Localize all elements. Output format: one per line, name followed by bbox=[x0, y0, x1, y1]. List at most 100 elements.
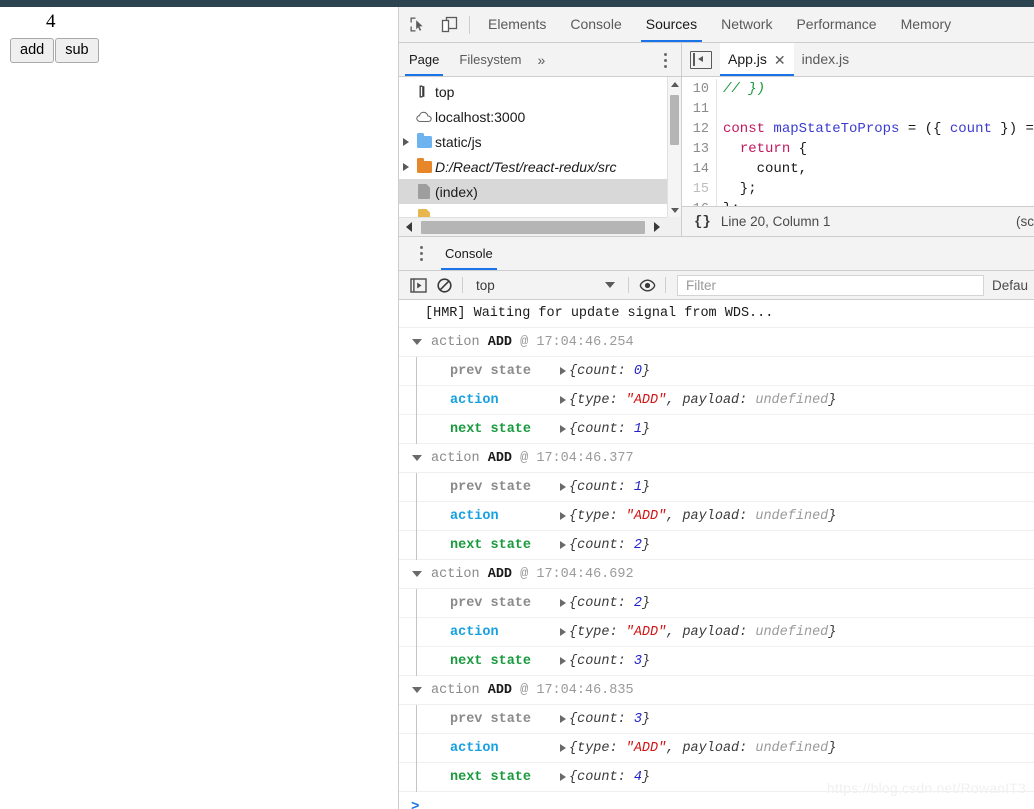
file-tab-label: index.js bbox=[801, 51, 850, 67]
scrollbar-thumb[interactable] bbox=[421, 220, 645, 234]
console-row-next-state[interactable]: next state {count: 2} bbox=[399, 530, 1034, 560]
action-value: {type: "ADD", payload: undefined} bbox=[569, 740, 837, 756]
console-sidebar-icon[interactable] bbox=[405, 273, 431, 297]
execution-context-selector[interactable]: top bbox=[468, 274, 623, 296]
expand-object-icon[interactable] bbox=[560, 512, 566, 520]
scroll-left-icon[interactable] bbox=[399, 222, 419, 232]
console-group-header[interactable]: action ADD @ 17:04:46.692 bbox=[399, 560, 1034, 589]
log-level-selector[interactable]: Defau bbox=[992, 278, 1034, 293]
expand-object-icon[interactable] bbox=[560, 483, 566, 491]
at-symbol: @ bbox=[520, 566, 529, 582]
hmr-message-text: [HMR] Waiting for update signal from WDS… bbox=[425, 306, 774, 321]
file-tab-index-js[interactable]: index.js bbox=[794, 43, 857, 76]
console-group-header[interactable]: action ADD @ 17:04:46.254 bbox=[399, 328, 1034, 357]
console-row-next-state[interactable]: next state {count: 3} bbox=[399, 646, 1034, 676]
filter-input[interactable]: Filter bbox=[677, 274, 984, 296]
console-row-action[interactable]: action {type: "ADD", payload: undefined} bbox=[399, 733, 1034, 763]
tab-elements[interactable]: Elements bbox=[476, 7, 558, 42]
code-editor[interactable]: 10 // }) 11 12 const mapStateToProps = (… bbox=[682, 77, 1034, 236]
console-group-title: action ADD @ 17:04:46.377 bbox=[425, 451, 634, 466]
drawer-tab-console[interactable]: Console bbox=[435, 237, 503, 270]
chevron-right-icon[interactable] bbox=[399, 163, 413, 171]
console-row-next-state[interactable]: next state {count: 1} bbox=[399, 414, 1034, 444]
devtools-tabbar: Elements Console Sources Network Perform… bbox=[399, 7, 1034, 43]
sub-button[interactable]: sub bbox=[55, 38, 99, 63]
tree-item-localhost[interactable]: localhost:3000 bbox=[399, 104, 667, 129]
close-icon[interactable]: ✕ bbox=[774, 53, 786, 67]
more-tabs-icon[interactable]: » bbox=[532, 52, 552, 68]
tab-network[interactable]: Network bbox=[709, 7, 784, 42]
tab-memory[interactable]: Memory bbox=[889, 7, 964, 42]
file-tab-label: App.js bbox=[728, 51, 767, 67]
console-row-action[interactable]: action {type: "ADD", payload: undefined} bbox=[399, 617, 1034, 647]
expand-object-icon[interactable] bbox=[560, 599, 566, 607]
console-prompt[interactable]: > bbox=[399, 792, 1034, 809]
pretty-print-icon[interactable]: {} bbox=[682, 214, 721, 230]
live-expression-icon[interactable] bbox=[634, 273, 660, 297]
prev-state-value: {count: 3} bbox=[569, 711, 651, 727]
tab-performance[interactable]: Performance bbox=[784, 7, 888, 42]
expand-object-icon[interactable] bbox=[560, 367, 566, 375]
tree-vertical-scrollbar[interactable] bbox=[667, 77, 681, 217]
gutter-divider bbox=[716, 99, 717, 119]
expand-object-icon[interactable] bbox=[560, 396, 566, 404]
toolbar-divider bbox=[665, 277, 666, 293]
nav-tab-filesystem[interactable]: Filesystem bbox=[449, 43, 531, 76]
toolbar-divider bbox=[462, 277, 463, 293]
console-row-prev-state[interactable]: prev state {count: 0} bbox=[399, 356, 1034, 386]
tree-item-top[interactable]: top bbox=[399, 79, 667, 104]
expand-object-icon[interactable] bbox=[560, 628, 566, 636]
console-row-prev-state[interactable]: prev state {count: 3} bbox=[399, 704, 1034, 734]
tree-item-src-folder[interactable]: D:/React/Test/react-redux/src bbox=[399, 154, 667, 179]
console-group-header[interactable]: action ADD @ 17:04:46.835 bbox=[399, 676, 1034, 705]
at-symbol: @ bbox=[520, 450, 529, 466]
next-state-label: next state bbox=[450, 653, 532, 669]
at-symbol: @ bbox=[520, 682, 529, 698]
tree-horizontal-scrollbar[interactable] bbox=[399, 217, 667, 236]
tab-console[interactable]: Console bbox=[558, 7, 633, 42]
expand-object-icon[interactable] bbox=[560, 773, 566, 781]
clear-console-icon[interactable] bbox=[431, 273, 457, 297]
line-number: 15 bbox=[692, 181, 709, 197]
counter-button-row: add sub bbox=[10, 38, 99, 63]
expand-object-icon[interactable] bbox=[560, 657, 566, 665]
tree-item-label: localhost:3000 bbox=[435, 108, 526, 125]
code-line: 13 return { bbox=[682, 139, 1034, 159]
expand-object-icon[interactable] bbox=[560, 715, 566, 723]
console-row-prev-state[interactable]: prev state {count: 2} bbox=[399, 588, 1034, 618]
inspect-element-icon[interactable] bbox=[403, 11, 431, 39]
show-navigator-icon[interactable] bbox=[690, 50, 712, 69]
drawer-more-options-icon[interactable] bbox=[413, 244, 429, 264]
console-group-header[interactable]: action ADD @ 17:04:46.377 bbox=[399, 444, 1034, 473]
code-line: 11 bbox=[682, 99, 1034, 119]
nav-more-options-icon[interactable] bbox=[657, 50, 673, 70]
counter-value: 4 bbox=[46, 11, 56, 32]
console-row-action[interactable]: action {type: "ADD", payload: undefined} bbox=[399, 501, 1034, 531]
tree-list: top localhost:3000 static/js D:/React/Te… bbox=[399, 79, 667, 229]
chevron-down-icon[interactable] bbox=[409, 571, 425, 577]
scroll-down-icon[interactable] bbox=[668, 203, 681, 217]
scrollbar-thumb[interactable] bbox=[670, 95, 679, 145]
chevron-right-icon[interactable] bbox=[399, 138, 413, 146]
console-row-next-state[interactable]: next state {count: 4} bbox=[399, 762, 1034, 792]
code-text: }; bbox=[723, 181, 757, 197]
chevron-down-icon[interactable] bbox=[409, 455, 425, 461]
console-row-prev-state[interactable]: prev state {count: 1} bbox=[399, 472, 1034, 502]
tab-sources[interactable]: Sources bbox=[634, 7, 709, 42]
device-toolbar-icon[interactable] bbox=[435, 11, 463, 39]
next-state-label: next state bbox=[450, 537, 532, 553]
expand-object-icon[interactable] bbox=[560, 744, 566, 752]
expand-object-icon[interactable] bbox=[560, 425, 566, 433]
add-button[interactable]: add bbox=[10, 38, 55, 63]
nav-tab-page[interactable]: Page bbox=[399, 43, 449, 76]
console-row-action[interactable]: action {type: "ADD", payload: undefined} bbox=[399, 385, 1034, 415]
chevron-down-icon[interactable] bbox=[409, 339, 425, 345]
scroll-right-icon[interactable] bbox=[647, 222, 667, 232]
tree-item-static-js[interactable]: static/js bbox=[399, 129, 667, 154]
tree-item-index[interactable]: (index) bbox=[399, 179, 667, 204]
expand-object-icon[interactable] bbox=[560, 541, 566, 549]
scroll-up-icon[interactable] bbox=[668, 77, 681, 91]
chevron-down-icon[interactable] bbox=[409, 687, 425, 693]
file-tab-app-js[interactable]: App.js ✕ bbox=[720, 43, 794, 76]
next-state-value: {count: 2} bbox=[569, 537, 651, 553]
